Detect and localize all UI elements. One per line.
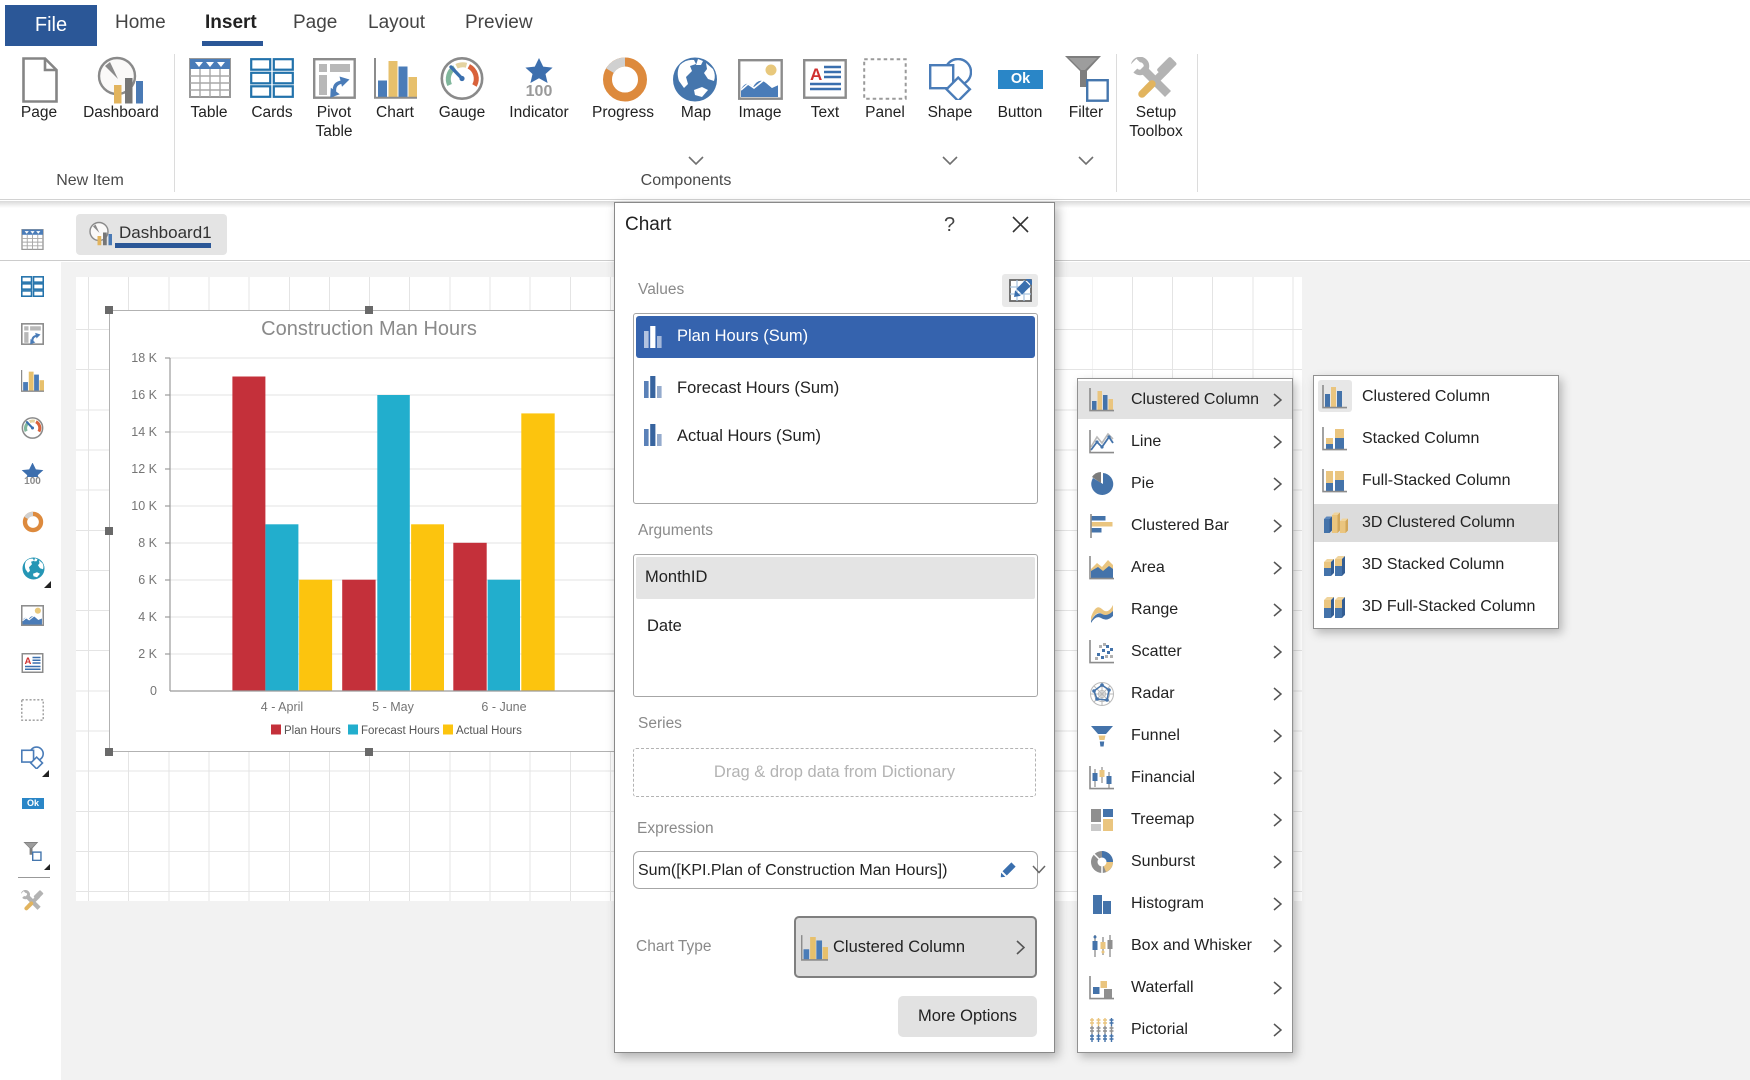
svg-text:0: 0 [150,684,157,698]
svg-text:A: A [25,656,32,667]
svg-text:Forecast Hours: Forecast Hours [361,725,440,737]
svg-text:8 K: 8 K [138,536,157,550]
svg-text:6 K: 6 K [138,573,157,587]
svg-text:16 K: 16 K [131,388,157,402]
svg-text:4 K: 4 K [138,610,157,624]
svg-text:10 K: 10 K [131,499,157,513]
svg-text:Actual Hours: Actual Hours [456,725,522,737]
svg-text:6 - June: 6 - June [481,700,526,714]
svg-text:A: A [810,65,822,84]
svg-text:Plan Hours: Plan Hours [284,725,341,737]
svg-text:4 - April: 4 - April [261,700,303,714]
svg-text:2 K: 2 K [138,647,157,661]
svg-text:14 K: 14 K [131,425,157,439]
svg-text:Construction Man Hours: Construction Man Hours [261,318,477,340]
svg-text:12 K: 12 K [131,462,157,476]
svg-text:5 - May: 5 - May [372,700,414,714]
svg-text:18 K: 18 K [131,351,157,365]
